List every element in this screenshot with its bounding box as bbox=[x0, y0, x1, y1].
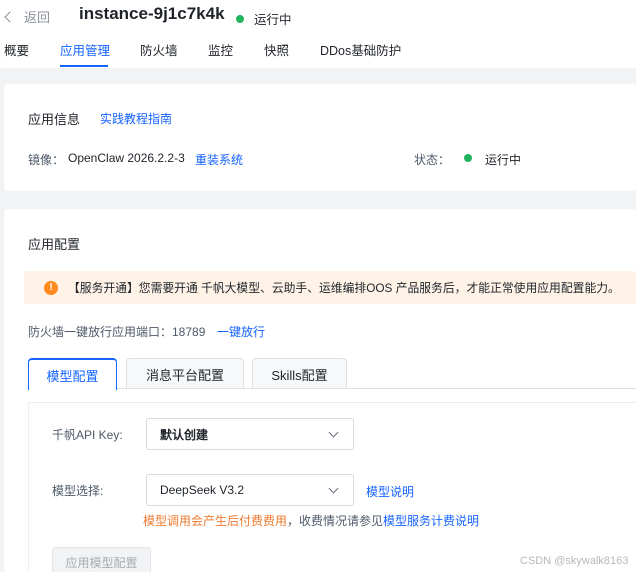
apply-model-config-button[interactable]: 应用模型配置 bbox=[52, 547, 151, 572]
reinstall-link[interactable]: 重装系统 bbox=[195, 151, 243, 168]
api-key-select[interactable]: 默认创建 bbox=[146, 418, 354, 450]
app-config-title: 应用配置 bbox=[28, 237, 81, 252]
app-info-title: 应用信息 bbox=[28, 112, 81, 127]
subtab-divider bbox=[117, 388, 636, 389]
api-key-label: 千帆API Key: bbox=[52, 428, 123, 442]
image-value: OpenClaw 2026.2.2-3 bbox=[68, 151, 185, 165]
tab-snapshot[interactable]: 快照 bbox=[264, 40, 289, 59]
service-alert: ! 【服务开通】您需要开通 千帆大模型、云助手、运维编排OOS 产品服务后，才能… bbox=[24, 271, 636, 304]
tab-monitoring[interactable]: 监控 bbox=[208, 40, 233, 59]
app-info-card bbox=[4, 84, 636, 191]
subtab-message-platform[interactable]: 消息平台配置 bbox=[126, 358, 244, 389]
model-select-label: 模型选择: bbox=[52, 484, 104, 498]
tab-firewall[interactable]: 防火墙 bbox=[140, 40, 178, 59]
billing-doc-link[interactable]: 模型服务计费说明 bbox=[383, 514, 479, 528]
instance-status: 运行中 bbox=[236, 9, 292, 28]
top-bar: 返回 instance-9j1c7k4k 运行中 概要 应用管理 防火墙 监控 … bbox=[0, 0, 636, 68]
tab-app-management[interactable]: 应用管理 bbox=[60, 40, 110, 59]
back-button[interactable]: 返回 bbox=[4, 7, 50, 26]
billing-hint: 模型调用会产生后付费费用，收费情况请参见模型服务计费说明 bbox=[143, 512, 479, 529]
chevron-left-icon bbox=[4, 10, 16, 23]
model-select-value: DeepSeek V3.2 bbox=[160, 483, 245, 497]
tab-ddos[interactable]: DDos基础防护 bbox=[320, 40, 401, 59]
alert-text: 【服务开通】您需要开通 千帆大模型、云助手、运维编排OOS 产品服务后，才能正常… bbox=[68, 281, 620, 295]
status-value: 运行中 bbox=[485, 153, 522, 167]
warning-icon: ! bbox=[44, 280, 58, 295]
api-key-select-value: 默认创建 bbox=[160, 427, 209, 442]
chevron-down-icon bbox=[328, 427, 339, 438]
one-click-allow-link[interactable]: 一键放行 bbox=[217, 323, 265, 340]
instance-status-text: 运行中 bbox=[254, 13, 292, 27]
back-label: 返回 bbox=[24, 10, 51, 25]
status-dot-icon bbox=[464, 154, 472, 162]
model-doc-link[interactable]: 模型说明 bbox=[366, 483, 414, 500]
billing-hint-warning: 模型调用会产生后付费费用 bbox=[143, 514, 288, 528]
tab-overview[interactable]: 概要 bbox=[4, 40, 29, 59]
chevron-down-icon bbox=[328, 483, 339, 494]
firewall-port-text: 防火墙一键放行应用端口：18789 bbox=[28, 325, 206, 339]
billing-hint-mid: ，收费情况请参见 bbox=[287, 514, 384, 528]
subtab-skills[interactable]: Skills配置 bbox=[252, 358, 347, 389]
watermark: CSDN @skywalk8163 bbox=[520, 555, 629, 567]
active-tab-indicator bbox=[60, 65, 108, 67]
instance-title: instance-9j1c7k4k bbox=[79, 4, 225, 23]
guide-link[interactable]: 实践教程指南 bbox=[100, 110, 172, 127]
status-label: 状态： bbox=[414, 153, 451, 167]
status-dot-icon bbox=[236, 14, 244, 23]
subtab-model-config[interactable]: 模型配置 bbox=[28, 358, 117, 390]
model-select[interactable]: DeepSeek V3.2 bbox=[146, 474, 354, 506]
image-label: 镜像： bbox=[28, 153, 65, 167]
